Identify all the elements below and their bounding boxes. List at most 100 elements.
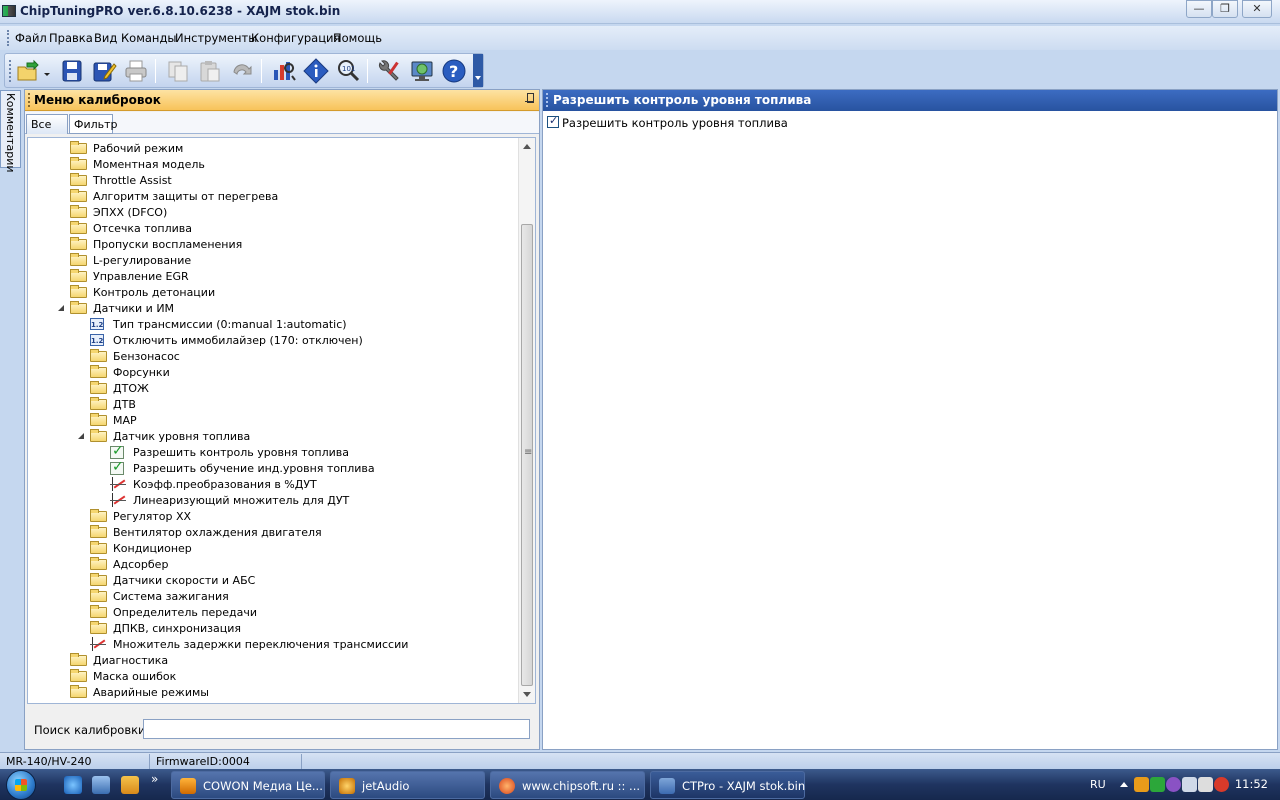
- expand-arrow-icon[interactable]: [57, 688, 63, 698]
- task-jetaudio[interactable]: jetAudio: [330, 771, 485, 799]
- copy-icon[interactable]: [165, 58, 191, 84]
- folder-icon: [70, 141, 87, 154]
- fuel-level-control-checkbox[interactable]: [547, 114, 559, 128]
- scroll-down-icon[interactable]: [523, 692, 531, 697]
- save-as-icon[interactable]: [91, 58, 117, 84]
- volume-icon[interactable]: [1198, 777, 1213, 792]
- app-icon: [2, 5, 16, 17]
- expand-arrow-icon[interactable]: [57, 656, 63, 666]
- expand-arrow-icon[interactable]: [77, 624, 83, 634]
- menu-view[interactable]: Вид: [94, 31, 117, 45]
- expand-arrow-icon[interactable]: [57, 256, 63, 266]
- tree-node-label: Регулятор ХХ: [113, 510, 192, 523]
- expand-arrow-icon[interactable]: [77, 416, 83, 426]
- toolbar-separator: [155, 59, 156, 83]
- start-button[interactable]: [6, 770, 36, 800]
- tree-node-label: Маска ошибок: [93, 670, 177, 683]
- scroll-thumb[interactable]: [521, 224, 533, 686]
- menu-help[interactable]: Помощь: [333, 31, 382, 45]
- save-icon[interactable]: [59, 58, 85, 84]
- toolbar-overflow-button[interactable]: [473, 54, 483, 87]
- open-file-icon[interactable]: [15, 58, 41, 84]
- expand-arrow-icon[interactable]: [57, 192, 63, 202]
- expand-arrow-icon[interactable]: [57, 160, 63, 170]
- menu-tools[interactable]: Инструменты: [175, 31, 257, 45]
- quicklaunch-more-icon[interactable]: »: [151, 772, 158, 786]
- system-tray: RU 11:52: [1080, 769, 1280, 800]
- tools-icon[interactable]: [377, 58, 403, 84]
- comments-side-tab[interactable]: Комментарии: [0, 90, 21, 173]
- undo-icon[interactable]: [229, 58, 255, 84]
- expand-arrow-icon[interactable]: [57, 176, 63, 186]
- toolbar-grip[interactable]: [9, 60, 12, 82]
- collapse-arrow-icon[interactable]: [58, 305, 64, 311]
- expand-arrow-icon[interactable]: [77, 512, 83, 522]
- scroll-up-icon[interactable]: [523, 144, 531, 149]
- expand-arrow-icon[interactable]: [77, 576, 83, 586]
- menu-commands[interactable]: Команды: [121, 31, 176, 45]
- media-player-icon[interactable]: [121, 776, 139, 794]
- expand-arrow-icon[interactable]: [77, 592, 83, 602]
- open-dropdown-icon[interactable]: [41, 58, 53, 84]
- calibration-panel-title: Меню калибровок: [34, 93, 161, 107]
- expand-arrow-icon[interactable]: [57, 288, 63, 298]
- tray-app-icon[interactable]: [1134, 777, 1149, 792]
- search-zoom-icon[interactable]: 101: [335, 58, 361, 84]
- tree-scrollbar[interactable]: [518, 138, 535, 703]
- minimize-button[interactable]: —: [1186, 0, 1212, 18]
- menu-edit[interactable]: Правка: [49, 31, 93, 45]
- search-input[interactable]: [143, 719, 530, 739]
- print-icon[interactable]: [123, 58, 149, 84]
- expand-arrow-icon[interactable]: [57, 272, 63, 282]
- language-indicator[interactable]: RU: [1090, 778, 1106, 791]
- expand-arrow-icon[interactable]: [77, 352, 83, 362]
- menu-file[interactable]: Файл: [15, 31, 47, 45]
- tray-c-icon[interactable]: [1166, 777, 1181, 792]
- expand-arrow-icon[interactable]: [57, 224, 63, 234]
- folder-icon: [90, 605, 107, 618]
- expand-arrow-icon[interactable]: [77, 608, 83, 618]
- tray-t-icon[interactable]: [1150, 777, 1165, 792]
- expand-arrow-icon[interactable]: [77, 368, 83, 378]
- ie-icon[interactable]: [64, 776, 82, 794]
- expand-arrow-icon[interactable]: [77, 400, 83, 410]
- paste-icon[interactable]: [197, 58, 223, 84]
- panel-grip[interactable]: [546, 93, 548, 107]
- tree-node-label: Коэфф.преобразования в %ДУТ: [133, 478, 317, 491]
- tree-node-label: Бензонасос: [113, 350, 180, 363]
- tab-all[interactable]: Все: [26, 114, 68, 134]
- expand-arrow-icon[interactable]: [77, 544, 83, 554]
- web-update-icon[interactable]: [409, 58, 435, 84]
- tray-expand-icon[interactable]: [1120, 782, 1128, 787]
- tree-node-label: Управление EGR: [93, 270, 189, 283]
- expand-arrow-icon[interactable]: [57, 672, 63, 682]
- pin-icon[interactable]: [525, 93, 534, 106]
- tab-filter[interactable]: Фильтр: [69, 114, 118, 134]
- expand-arrow-icon[interactable]: [57, 144, 63, 154]
- calibration-tree[interactable]: Рабочий режим Моментная модель Throttle As…: [27, 137, 536, 704]
- tray-alert-icon[interactable]: [1214, 777, 1229, 792]
- expand-arrow-icon[interactable]: [57, 208, 63, 218]
- expand-arrow-icon[interactable]: [77, 560, 83, 570]
- task-ctpro[interactable]: CTPro - XAJM stok.bin: [650, 771, 805, 799]
- help-icon[interactable]: ?: [441, 58, 467, 84]
- chart-compare-icon[interactable]: [271, 58, 297, 84]
- expand-arrow-icon[interactable]: [77, 384, 83, 394]
- expand-arrow-icon[interactable]: [77, 528, 83, 538]
- task-browser[interactable]: www.chipsoft.ru :: ...: [490, 771, 645, 799]
- info-icon[interactable]: [303, 58, 329, 84]
- task-cowon[interactable]: COWON Медиа Це...: [171, 771, 325, 799]
- expand-arrow-icon[interactable]: [57, 240, 63, 250]
- menu-config[interactable]: Конфигурация: [251, 31, 340, 45]
- desktop-icon[interactable]: [92, 776, 110, 794]
- collapse-arrow-icon[interactable]: [78, 433, 84, 439]
- panel-grip[interactable]: [28, 93, 30, 107]
- maximize-button[interactable]: ❐: [1212, 0, 1238, 18]
- menu-grip[interactable]: [7, 30, 10, 46]
- close-button[interactable]: ✕: [1242, 0, 1272, 18]
- tree-node-label: Отсечка топлива: [93, 222, 192, 235]
- folder-icon: [70, 301, 87, 314]
- tree-node-label: Кондиционер: [113, 542, 192, 555]
- task-label: COWON Медиа Це...: [203, 779, 323, 793]
- network-icon[interactable]: [1182, 777, 1197, 792]
